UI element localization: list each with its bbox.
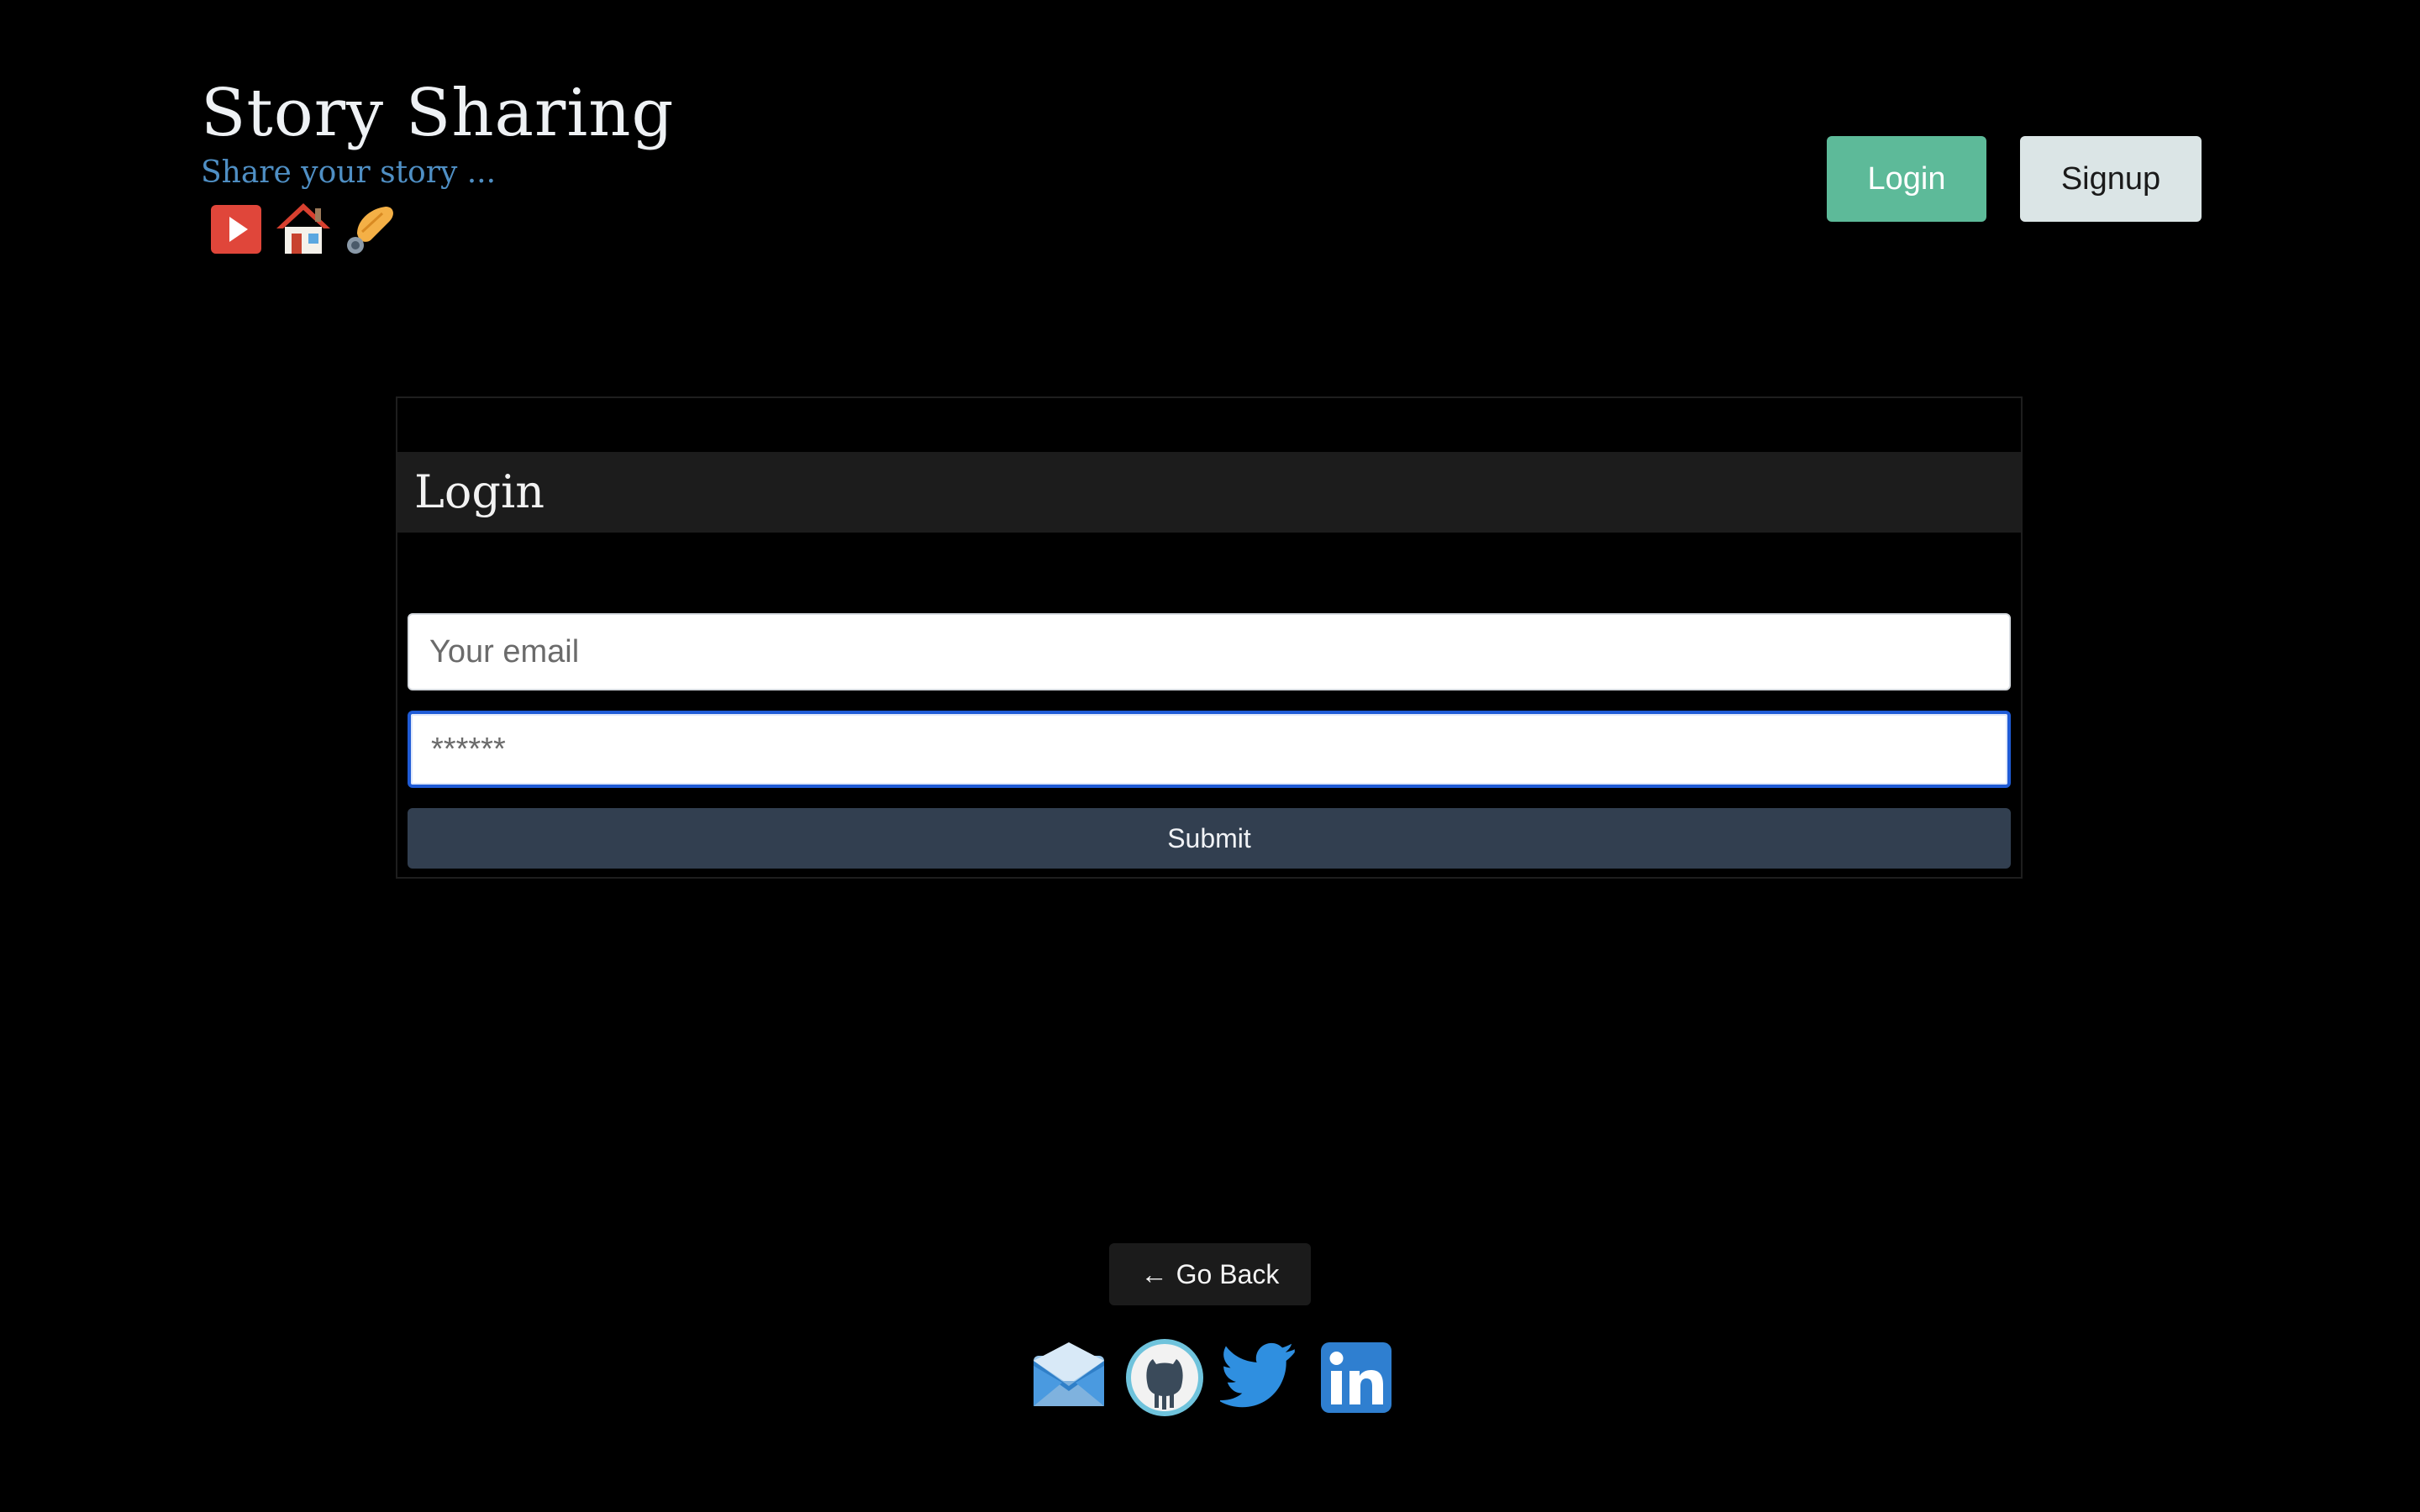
github-icon[interactable] xyxy=(1124,1337,1205,1418)
page: Story Sharing Share your story ... Login… xyxy=(0,0,2420,1512)
go-back-label: Go Back xyxy=(1176,1258,1280,1289)
twitter-icon[interactable] xyxy=(1218,1337,1301,1418)
email-icon[interactable] xyxy=(1028,1337,1109,1418)
login-card-title: Login xyxy=(414,465,544,518)
go-back-button[interactable]: ← Go Back xyxy=(1109,1243,1311,1305)
house-icon[interactable] xyxy=(275,200,332,257)
social-links xyxy=(1028,1337,1397,1418)
play-button-icon[interactable] xyxy=(208,200,265,257)
brand-icons xyxy=(208,200,674,257)
site-subtitle: Share your story ... xyxy=(201,155,497,190)
password-field[interactable] xyxy=(408,711,2011,788)
site-title: Story Sharing xyxy=(201,76,675,151)
writing-hand-icon[interactable] xyxy=(342,200,399,257)
login-card-header: Login xyxy=(397,452,2021,533)
login-card: Login Submit xyxy=(396,396,2023,879)
brand: Story Sharing Share your story ... xyxy=(201,81,674,257)
arrow-left-icon: ← xyxy=(1140,1258,1168,1289)
submit-button[interactable]: Submit xyxy=(408,808,2011,869)
linkedin-icon[interactable] xyxy=(1316,1337,1397,1418)
email-field[interactable] xyxy=(408,613,2011,690)
login-button[interactable]: Login xyxy=(1827,136,1986,222)
signup-button[interactable]: Signup xyxy=(2020,136,2202,222)
